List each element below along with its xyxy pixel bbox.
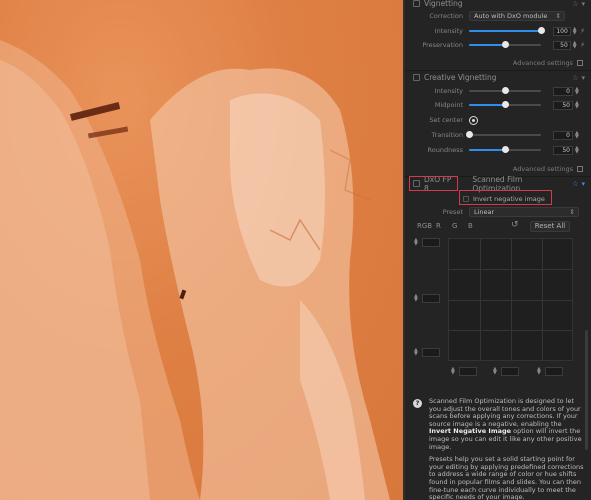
- star-icon[interactable]: ☆: [572, 0, 578, 8]
- curve-x-input-3[interactable]: [545, 367, 563, 376]
- stepper-icon[interactable]: ▲ ▼: [575, 101, 580, 110]
- channel-r-tab[interactable]: R: [436, 222, 441, 230]
- set-center-label: Set center: [429, 116, 463, 124]
- transition-row: Transition 0 ▲ ▼: [413, 129, 585, 141]
- channel-rgb-tab[interactable]: RGB: [417, 222, 432, 230]
- creative-vignetting-header[interactable]: Creative Vignetting ☆ ▾: [413, 71, 585, 84]
- curve-top-input[interactable]: [422, 238, 440, 247]
- photo-image: [0, 40, 390, 500]
- intensity-value[interactable]: 100: [553, 26, 571, 36]
- invert-highlight: [459, 190, 552, 205]
- stepper-icon[interactable]: ▲ ▼: [414, 238, 418, 247]
- expand-icon: [577, 60, 583, 66]
- vignetting-intensity-row: Intensity 100 ▲ ▼ ⚡: [413, 25, 585, 37]
- preservation-slider[interactable]: [469, 39, 541, 51]
- creative-vignetting-title: Creative Vignetting: [424, 73, 497, 82]
- curve-mid-input[interactable]: [422, 294, 440, 303]
- vignetting-header[interactable]: Vignetting ☆ ▾: [413, 0, 585, 10]
- curve-low-input[interactable]: [422, 348, 440, 357]
- help-box: ? Scanned Film Optimization is designed …: [413, 397, 585, 500]
- intensity-slider[interactable]: [469, 25, 545, 37]
- creative-advanced-settings[interactable]: Advanced settings: [513, 165, 583, 173]
- curve-x-input-2[interactable]: [501, 367, 519, 376]
- vignetting-title: Vignetting: [424, 0, 463, 8]
- preset-select[interactable]: Linear ⇕: [469, 207, 579, 217]
- stepper-icon[interactable]: ▲ ▼: [537, 367, 541, 376]
- stepper-icon[interactable]: ▲ ▼: [451, 367, 455, 376]
- preset-row: Preset Linear ⇕: [413, 206, 585, 218]
- correction-panel: Vignetting ☆ ▾ Correction Auto with DxO m…: [405, 0, 591, 500]
- reset-all-button[interactable]: Reset All: [530, 221, 570, 232]
- stepper-icon[interactable]: ▲ ▼: [575, 131, 580, 140]
- badge-highlight: [409, 176, 458, 191]
- stepper-icon[interactable]: ▲ ▼: [573, 27, 577, 36]
- intensity-label: Intensity: [434, 87, 463, 95]
- correction-select[interactable]: Auto with DxO module ⇕: [469, 11, 565, 21]
- creative-intensity-row: Intensity 0 ▲ ▼: [413, 85, 585, 97]
- stepper-icon[interactable]: ▲ ▼: [575, 146, 580, 155]
- correction-label: Correction: [429, 12, 463, 20]
- preservation-label: Preservation: [422, 41, 463, 49]
- stepper-icon[interactable]: ▲ ▼: [493, 367, 497, 376]
- star-icon[interactable]: ☆: [572, 180, 578, 188]
- preset-menu-icon[interactable]: ▾: [581, 0, 585, 8]
- set-center-row: Set center: [413, 114, 585, 126]
- curve-x-input-1[interactable]: [459, 367, 477, 376]
- scrollbar[interactable]: [585, 330, 588, 450]
- midpoint-label: Midpoint: [434, 101, 463, 109]
- preset-menu-icon[interactable]: ▾: [581, 180, 585, 188]
- tone-curve-graph[interactable]: [448, 238, 573, 361]
- chevron-down-icon: ⇕: [555, 12, 561, 20]
- chevron-down-icon: ⇕: [569, 208, 575, 216]
- creative-intensity-slider[interactable]: [469, 85, 541, 97]
- creative-vignetting-toggle[interactable]: [413, 74, 420, 81]
- transition-value[interactable]: 0: [553, 130, 573, 140]
- midpoint-slider[interactable]: [469, 99, 541, 111]
- stepper-icon[interactable]: ▲ ▼: [573, 41, 577, 50]
- photo-canvas[interactable]: [0, 0, 403, 500]
- midpoint-row: Midpoint 50 ▲ ▼: [413, 99, 585, 111]
- creative-intensity-value[interactable]: 0: [553, 86, 573, 96]
- target-icon[interactable]: [469, 115, 478, 125]
- stepper-icon[interactable]: ▲ ▼: [414, 294, 418, 303]
- transition-label: Transition: [431, 131, 463, 139]
- channel-g-tab[interactable]: G: [452, 222, 457, 230]
- roundness-row: Roundness 50 ▲ ▼: [413, 144, 585, 156]
- roundness-value[interactable]: 50: [553, 145, 573, 155]
- magic-wand-icon[interactable]: ⚡: [580, 27, 585, 35]
- expand-icon: [577, 166, 583, 172]
- help-paragraph-2: Presets help you set a solid starting po…: [429, 455, 584, 500]
- transition-slider[interactable]: [465, 129, 541, 141]
- vignetting-toggle[interactable]: [413, 0, 420, 7]
- roundness-slider[interactable]: [469, 144, 541, 156]
- vignetting-correction-row: Correction Auto with DxO module ⇕: [413, 10, 585, 22]
- star-icon[interactable]: ☆: [572, 74, 578, 82]
- vignetting-advanced-settings[interactable]: Advanced settings: [513, 59, 583, 67]
- stepper-icon[interactable]: ▲ ▼: [414, 348, 418, 357]
- stepper-icon[interactable]: ▲ ▼: [575, 87, 580, 96]
- undo-icon[interactable]: ↺: [511, 220, 519, 230]
- channel-b-tab[interactable]: B: [468, 222, 473, 230]
- midpoint-value[interactable]: 50: [553, 100, 573, 110]
- help-paragraph-1: Scanned Film Optimization is designed to…: [429, 397, 582, 451]
- magic-wand-icon[interactable]: ⚡: [580, 41, 585, 49]
- preset-menu-icon[interactable]: ▾: [581, 74, 585, 82]
- preservation-value[interactable]: 50: [553, 40, 571, 50]
- intensity-label: Intensity: [434, 27, 463, 35]
- roundness-label: Roundness: [427, 146, 463, 154]
- vignetting-preservation-row: Preservation 50 ▲ ▼ ⚡: [413, 39, 585, 51]
- preset-label: Preset: [442, 208, 463, 216]
- help-icon: ?: [413, 399, 422, 408]
